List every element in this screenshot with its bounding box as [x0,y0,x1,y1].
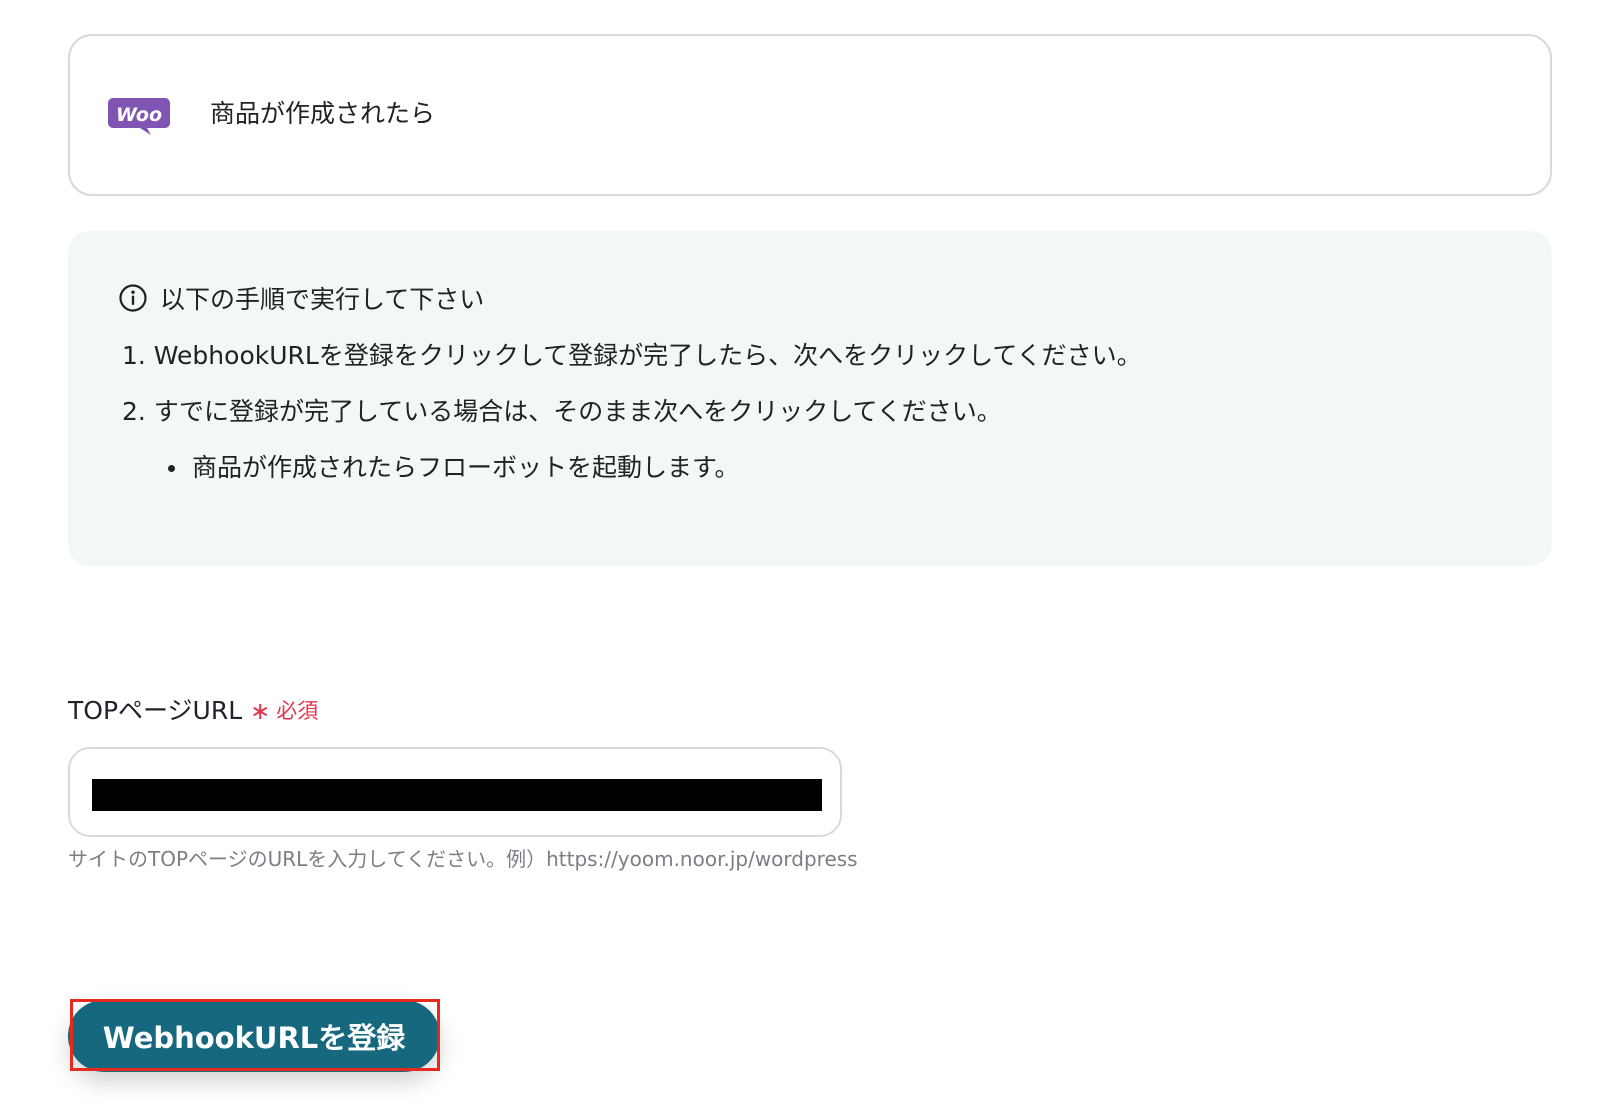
info-icon [118,283,148,313]
top-page-url-input[interactable] [68,747,842,837]
woo-logo-text: Woo [116,104,162,126]
top-page-url-label: TOPページURL ∗ 必須 [68,694,318,728]
redacted-input-value [92,779,822,811]
register-button-label: WebhookURLを登録 [102,1021,406,1055]
instruction-sub-bullet-text: 商品が作成されたらフローボットを起動します。 [192,453,740,482]
instructions-header: 以下の手順で実行して下さい [118,281,484,315]
instruction-sub-bullet: 商品が作成されたらフローボットを起動します。 [168,451,740,485]
register-webhook-url-button[interactable]: WebhookURLを登録 [68,1000,440,1072]
trigger-label: 商品が作成されたら [210,99,436,128]
top-page-url-help-text: サイトのTOPページのURLを入力してください。例）https://yoom.n… [68,847,858,871]
woocommerce-logo-icon: Woo [107,96,171,136]
required-asterisk-icon: ∗ [250,697,271,725]
instruction-step-1: 1. WebhookURLを登録をクリックして登録が完了したら、次へをクリックし… [122,341,1142,370]
trigger-card: Woo 商品が作成されたら [68,34,1552,196]
bullet-dot-icon [168,464,175,472]
instruction-step-2: 2. すでに登録が完了している場合は、そのまま次へをクリックしてください。 [122,397,1002,426]
required-text: 必須 [276,699,319,723]
instructions-title: 以下の手順で実行して下さい [160,285,485,314]
instructions-panel: 以下の手順で実行して下さい 1. WebhookURLを登録をクリックして登録が… [68,231,1552,566]
field-label-text: TOPページURL [68,696,243,725]
